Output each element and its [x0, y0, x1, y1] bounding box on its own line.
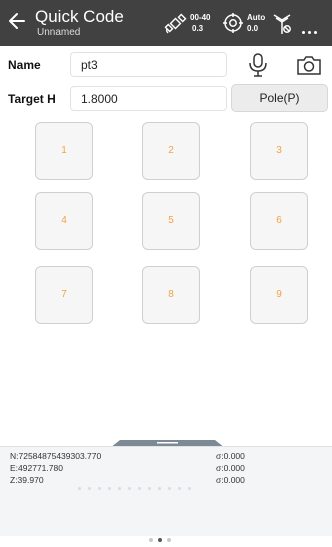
- target-icon[interactable]: [222, 12, 244, 34]
- target-height-input[interactable]: [70, 86, 227, 111]
- elevation-value: Z:39.970: [10, 475, 44, 485]
- more-icon[interactable]: [302, 21, 320, 39]
- signal-dots: [78, 477, 198, 495]
- northing-value: N:72584875439303.770: [10, 451, 102, 461]
- back-arrow-icon[interactable]: [8, 10, 26, 32]
- code-key-7[interactable]: 7: [35, 266, 93, 324]
- page-dot-active[interactable]: [158, 538, 162, 542]
- target-height-label: Target H: [8, 92, 56, 106]
- app-header: Quick Code Unnamed 00-40 0.3 Auto 0.0: [0, 0, 332, 46]
- sigma-z-value: σ:0.000: [216, 475, 245, 485]
- code-key-8[interactable]: 8: [142, 266, 200, 324]
- satellite-precision: 0.3: [192, 24, 204, 33]
- easting-value: E:492771.780: [10, 463, 63, 473]
- satellite-icon[interactable]: [164, 13, 188, 35]
- base-mode: Auto: [247, 13, 266, 22]
- name-label: Name: [8, 58, 41, 72]
- pole-button[interactable]: Pole(P): [231, 84, 328, 112]
- code-key-2[interactable]: 2: [142, 122, 200, 180]
- page-dot[interactable]: [149, 538, 153, 542]
- base-value: 0.0: [247, 24, 259, 33]
- antenna-icon[interactable]: [271, 12, 293, 36]
- coordinate-panel: N:72584875439303.770 E:492771.780 Z:39.9…: [0, 446, 332, 542]
- page-title: Quick Code: [35, 7, 124, 26]
- sigma-e-value: σ:0.000: [216, 463, 245, 473]
- code-key-3[interactable]: 3: [250, 122, 308, 180]
- code-key-5[interactable]: 5: [142, 192, 200, 250]
- page-subtitle: Unnamed: [37, 27, 81, 38]
- code-key-1[interactable]: 1: [35, 122, 93, 180]
- code-key-4[interactable]: 4: [35, 192, 93, 250]
- satellite-count: 00-40: [190, 13, 211, 22]
- page-dot[interactable]: [167, 538, 171, 542]
- page-indicator[interactable]: [149, 529, 176, 547]
- code-key-6[interactable]: 6: [250, 192, 308, 250]
- microphone-icon[interactable]: [246, 52, 270, 78]
- code-key-9[interactable]: 9: [250, 266, 308, 324]
- camera-icon[interactable]: [296, 54, 322, 76]
- name-input[interactable]: [70, 52, 227, 77]
- sigma-n-value: σ:0.000: [216, 451, 245, 461]
